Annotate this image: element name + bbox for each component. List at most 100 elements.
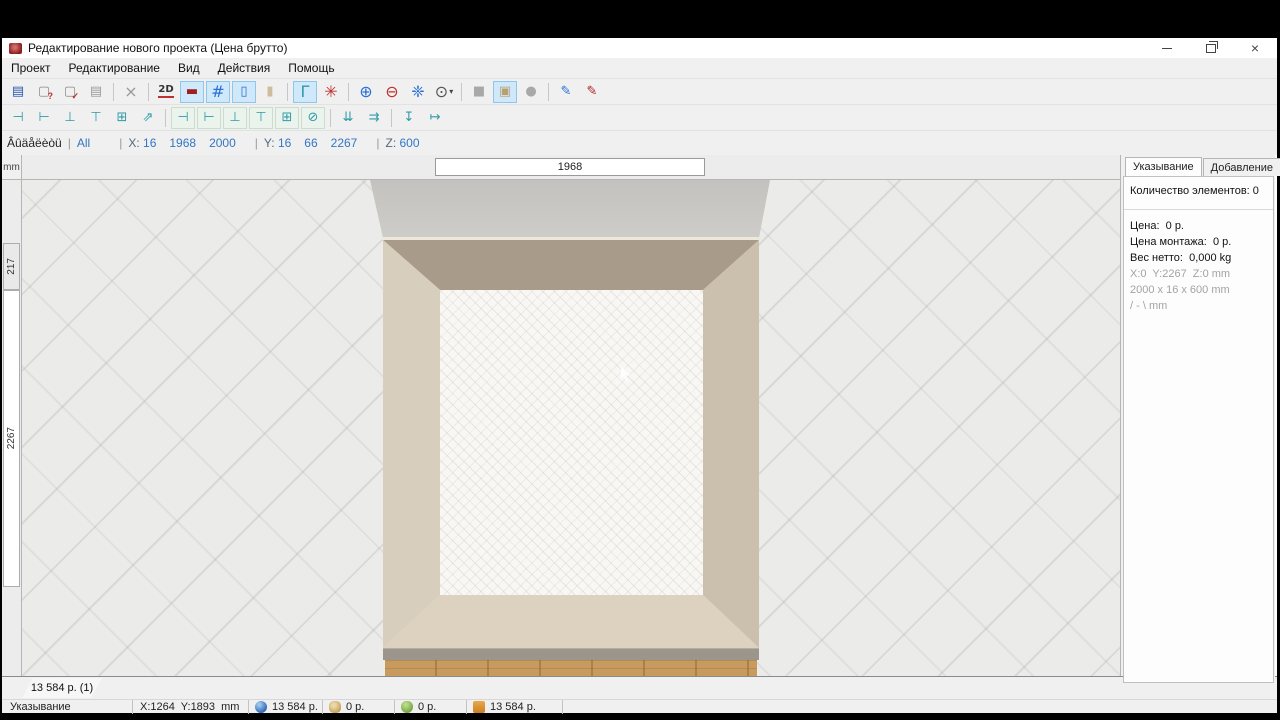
panel-right-icon-glyph: ⊢ [38,110,50,125]
edit-add-icon-glyph: ✎ [560,84,572,99]
x-value-1: 16 [143,136,157,150]
niche-right-panel[interactable] [703,240,759,648]
tab-ukazyvanie[interactable]: Указывание [1125,157,1202,176]
contour-icon[interactable]: ▯ [232,80,256,103]
minimize-icon[interactable] [1145,38,1189,58]
zoom-out-icon[interactable]: ⊖ [380,81,404,103]
spacing-horizontal-icon[interactable]: ⇉ [362,107,386,129]
zoom-in-icon[interactable]: ⊕ [354,81,378,103]
panel-left-icon[interactable]: ⊣ [6,107,30,129]
zoom-fit-icon[interactable]: ❈ [406,81,430,103]
save-icon[interactable]: ▤ [6,81,30,103]
filter-select-label: Âûäåëèòü [7,136,62,150]
niche-left-panel[interactable] [383,240,440,648]
status-total-4: 13 584 р. [473,701,536,713]
total-montage-price: 0 р. [418,701,437,713]
insert-right-icon[interactable]: ⊢ [197,106,221,129]
status-total-2: 0 р. [329,701,364,713]
insert-left-icon[interactable]: ⊣ [171,106,195,129]
delete-icon[interactable]: × [119,81,143,103]
dimensions-2d-icon[interactable]: 2D [154,81,178,103]
toolbar-panels: ⊣ ⊢ ⊥ ⊤ ⊞ ⇗ ⊣ ⊢ ⊥ ⊤ ⊞ ⊘ ⇊ ⇉ ↧ ↦ [2,104,1277,130]
edit-remove-icon[interactable]: ✎ [580,81,604,103]
texture-panel-icon-glyph: ▮ [266,84,274,99]
close-glyph: × [1250,40,1260,56]
print-icon-glyph: ▤ [89,84,103,99]
project-sheet-tab[interactable]: 13 584 р. (1) [22,678,102,698]
panel-free-icon[interactable]: ⇗ [136,107,160,129]
menu-view[interactable]: Вид [169,59,209,77]
render-sphere-icon[interactable]: ● [519,81,543,103]
insert-none-icon[interactable]: ⊘ [301,106,325,129]
new-question-icon[interactable]: ▢? [32,81,56,103]
window-controls: × [1145,38,1277,58]
panel-back-icon[interactable]: ⊞ [110,107,134,129]
grid-icon[interactable]: # [206,80,230,103]
print-icon[interactable]: ▤ [84,81,108,103]
panel-bottom-icon[interactable]: ⊤ [84,107,108,129]
new-check-icon[interactable]: ▢ ✓ [58,81,82,103]
x-label: X: [128,136,140,150]
corner-axes-icon[interactable]: Γ [293,80,317,103]
texture-panel-icon[interactable]: ▮ [258,81,282,103]
section-view-icon[interactable]: ▬ [180,80,204,103]
globe-icon [255,701,267,713]
menu-edit[interactable]: Редактирование [60,59,169,77]
status-total-3: 0 р. [401,701,436,713]
separator [562,700,563,714]
position-row: X:0 Y:2267 Z:0 mm [1130,268,1231,280]
snap-star-icon[interactable]: ✳ [319,81,343,103]
spacing-vertical-icon[interactable]: ⇊ [336,107,360,129]
x-value-3: 2000 [209,136,236,150]
separator [132,700,133,714]
filter-all-value[interactable]: All [77,136,90,150]
status-cursor-position: X:1264 Y:1893 mm [140,701,240,713]
edit-add-icon[interactable]: ✎ [554,81,578,103]
toolbar-separator [113,82,114,101]
insert-top-icon[interactable]: ⊥ [223,106,247,129]
snap-star-icon-glyph: ✳ [324,81,338,101]
viewport-3d[interactable] [22,180,1120,676]
insert-bottom-icon[interactable]: ⊤ [249,106,273,129]
render-overlay-icon[interactable]: ▣ [493,80,517,103]
toolbar-separator [165,108,166,127]
size-row: 2000 x 16 x 600 mm [1130,284,1230,296]
insert-box-icon[interactable]: ⊞ [275,106,299,129]
menu-bar: Проект Редактирование Вид Действия Помощ… [2,58,1277,78]
section-view-icon-glyph: ▬ [185,84,199,99]
dimensions-2d-icon-glyph: 2D [158,85,174,98]
wardrobe-niche [383,240,759,660]
fit-width-icon[interactable]: ↦ [423,107,447,129]
menu-help[interactable]: Помощь [279,59,343,77]
panel-top-icon[interactable]: ⊥ [58,107,82,129]
niche-back-wall[interactable] [440,290,703,595]
zoom-select-icon[interactable]: ⊙ ▾ [432,81,456,103]
fit-height-icon[interactable]: ↧ [397,107,421,129]
render-solid-icon-glyph: ■ [472,84,486,99]
separator [322,700,323,714]
panel-left-icon-glyph: ⊣ [12,110,24,125]
element-count-label: Количество элементов: [1130,185,1250,197]
menu-project[interactable]: Проект [2,59,60,77]
toolbar-separator [548,82,549,101]
close-icon[interactable]: × [1233,38,1277,58]
edit-remove-icon-glyph: ✎ [586,84,598,99]
toolbar-separator [461,82,462,101]
toolbar-separator [391,108,392,127]
niche-bottom-panel[interactable] [383,595,759,648]
screen: { "title_bar": { "title": "Редактировани… [0,0,1280,720]
menu-actions[interactable]: Действия [209,59,280,77]
tab-dobavlenie[interactable]: Добавление [1202,158,1280,176]
panel-free-icon-glyph: ⇗ [142,110,154,125]
corner-axes-icon-glyph: Γ [300,81,310,101]
restore-icon[interactable] [1189,38,1233,58]
render-solid-icon[interactable]: ■ [467,81,491,103]
zoom-in-icon-glyph: ⊕ [359,81,373,101]
niche-top-panel[interactable] [383,240,759,290]
toolbar-separator [287,82,288,101]
vertical-ruler-upper: 217 [3,243,20,290]
element-count-row: Количество элементов: 0 [1124,177,1273,210]
vertical-ruler-upper-value: 217 [6,258,17,275]
save-icon-glyph: ▤ [11,84,25,99]
panel-right-icon[interactable]: ⊢ [32,107,56,129]
